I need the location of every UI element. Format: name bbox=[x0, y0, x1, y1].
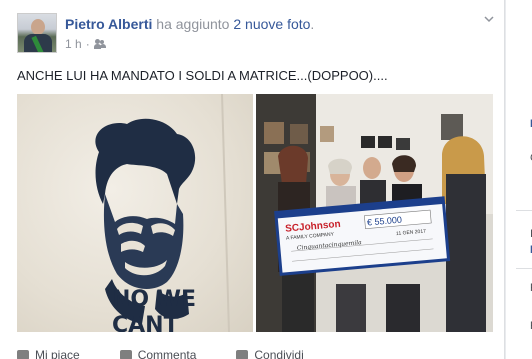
post-actions: Mi piace Commenta Condividi bbox=[17, 348, 304, 359]
stencil-text-1: NO WE bbox=[112, 287, 196, 312]
ceremony-image: SCJohnson A FAMILY COMPANY € 55.000 11 G… bbox=[256, 94, 493, 332]
post-meta: 1 h · bbox=[65, 37, 106, 51]
post-time[interactable]: 1 h bbox=[65, 37, 82, 51]
stencil-face-image: NO WE CANT bbox=[95, 94, 230, 332]
photos-link[interactable]: 2 nuove foto bbox=[233, 16, 310, 32]
stencil-text-2: CANT bbox=[112, 313, 179, 332]
post-text: ANCHE LUI HA MANDATO I SOLDI A MATRICE..… bbox=[17, 68, 388, 83]
photo-check-ceremony[interactable]: SCJohnson A FAMILY COMPANY € 55.000 11 G… bbox=[256, 94, 493, 332]
comment-label: Commenta bbox=[137, 348, 197, 359]
action-end: . bbox=[310, 16, 315, 32]
comment-button[interactable]: Commenta bbox=[119, 348, 197, 359]
author-name[interactable]: Pietro Alberti bbox=[65, 16, 152, 32]
share-button[interactable]: Condividi bbox=[236, 348, 304, 359]
thumbs-up-icon bbox=[17, 350, 29, 359]
action-text: ha aggiunto bbox=[152, 16, 234, 32]
photo-stencil[interactable]: NO WE CANT bbox=[17, 94, 253, 332]
share-label: Condividi bbox=[254, 348, 304, 359]
friends-icon bbox=[93, 39, 106, 49]
right-sidebar: L C I F F F bbox=[506, 0, 532, 359]
share-icon bbox=[236, 350, 249, 359]
feed-post: Pietro Alberti ha aggiunto 2 nuove foto.… bbox=[0, 0, 505, 359]
like-button[interactable]: Mi piace bbox=[17, 348, 80, 359]
comment-icon bbox=[119, 350, 132, 359]
meta-dot: · bbox=[85, 37, 90, 51]
chevron-down-icon[interactable] bbox=[484, 14, 494, 24]
like-label: Mi piace bbox=[35, 348, 80, 359]
post-header: Pietro Alberti ha aggiunto 2 nuove foto. bbox=[65, 16, 314, 32]
author-avatar[interactable] bbox=[17, 13, 57, 53]
